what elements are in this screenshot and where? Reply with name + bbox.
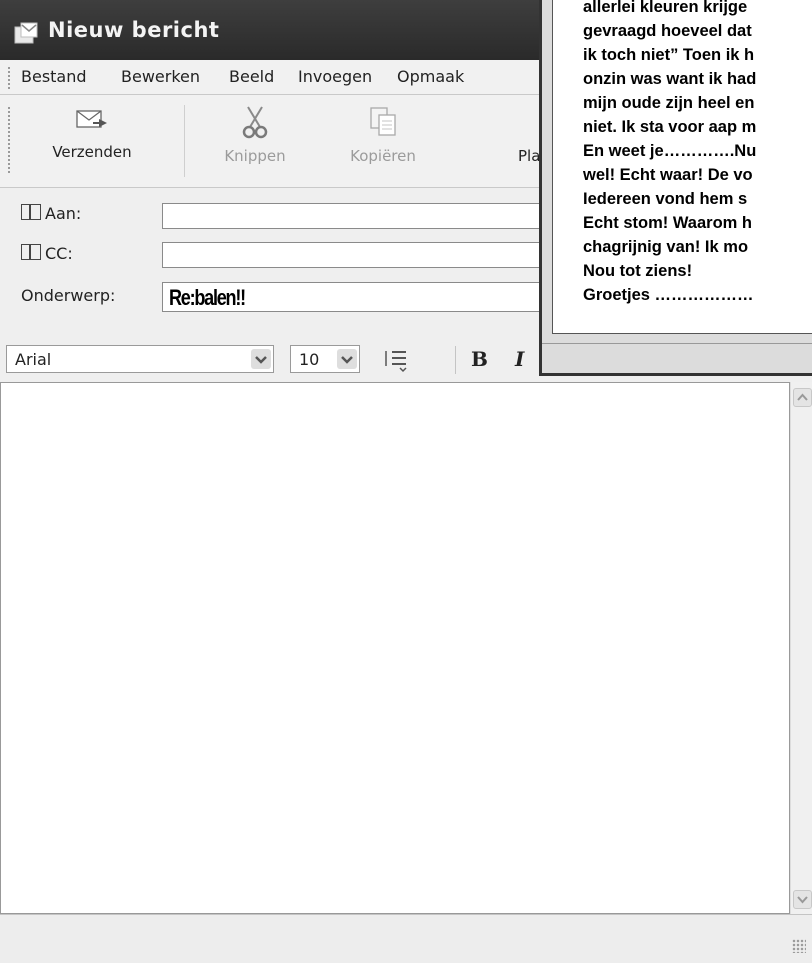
chevron-down-icon[interactable] [251,349,271,369]
format-separator [455,346,456,374]
scissors-icon [242,106,268,139]
chevron-down-icon[interactable] [337,349,357,369]
vertical-scrollbar[interactable] [790,382,812,914]
send-label: Verzenden [52,143,132,161]
letter-line: Nou tot ziens! [583,262,693,280]
cut-button[interactable]: Knippen [200,105,310,165]
font-name-value: Arial [15,350,52,369]
chevron-down-icon [797,896,808,904]
font-size-value: 10 [299,350,320,369]
toolbar-separator [184,105,185,177]
letter-line: onzin was want ik had [583,70,757,88]
send-envelope-icon [76,110,107,128]
resize-grip[interactable] [792,939,806,953]
overlay-letter-text: allerlei kleuren krijge gevraagd hoeveel… [552,0,812,334]
compose-window: Nieuw bericht Bestand Bewerken Beeld Inv… [0,0,812,963]
copy-icon [370,107,396,136]
letter-line: En weet je………….Nu [583,142,757,160]
menu-beeld[interactable]: Beeld [229,67,274,86]
copy-label: Kopiëren [350,147,416,165]
letter-line: Iedereen vond hem s [583,190,748,208]
italic-button[interactable]: I [515,347,524,371]
menu-invoegen[interactable]: Invoegen [298,67,372,86]
overlay-divider [542,343,812,344]
message-body-editor[interactable] [0,382,790,914]
address-book-icon [21,204,41,220]
subject-label: Onderwerp: [21,286,116,305]
letter-line: chagrijnig van! Ik mo [583,238,749,256]
menubar-grip[interactable] [8,67,13,89]
font-size-select[interactable]: 10 [290,345,360,373]
bold-button[interactable]: B [471,347,488,371]
letter-line: mijn oude zijn heel en [583,94,755,112]
overlay-letter-window: allerlei kleuren krijge gevraagd hoeveel… [539,0,812,376]
copy-button[interactable]: Kopiëren [318,105,448,165]
menu-bewerken[interactable]: Bewerken [121,67,200,86]
letter-line: niet. Ik sta voor aap m [583,118,757,136]
cc-label[interactable]: CC: [21,244,73,263]
scroll-down-button[interactable] [793,890,812,909]
scroll-up-button[interactable] [793,388,812,407]
letter-line: gevraagd hoeveel dat [583,22,752,40]
menu-opmaak[interactable]: Opmaak [397,67,464,86]
send-button[interactable]: Verzenden [22,105,162,161]
subject-value: Re:balen!! [169,285,246,310]
letter-line: ik toch niet” Toen ik h [583,46,755,64]
cut-label: Knippen [224,147,286,165]
letter-line: wel! Echt waar! De vo [583,166,753,184]
menu-bestand[interactable]: Bestand [21,67,87,86]
toolbar-grip[interactable] [8,107,13,173]
font-name-select[interactable]: Arial [6,345,274,373]
chevron-up-icon [797,393,808,401]
letter-line: allerlei kleuren krijge [583,0,748,16]
line-spacing-icon[interactable] [382,348,412,374]
to-label[interactable]: Aan: [21,204,81,223]
new-message-icon [14,22,38,44]
letter-line: Echt stom! Waarom h [583,214,752,232]
letter-line: Groetjes ……………… [583,286,754,304]
window-title: Nieuw bericht [48,18,220,42]
address-book-icon [21,244,41,260]
status-bar [0,914,812,963]
